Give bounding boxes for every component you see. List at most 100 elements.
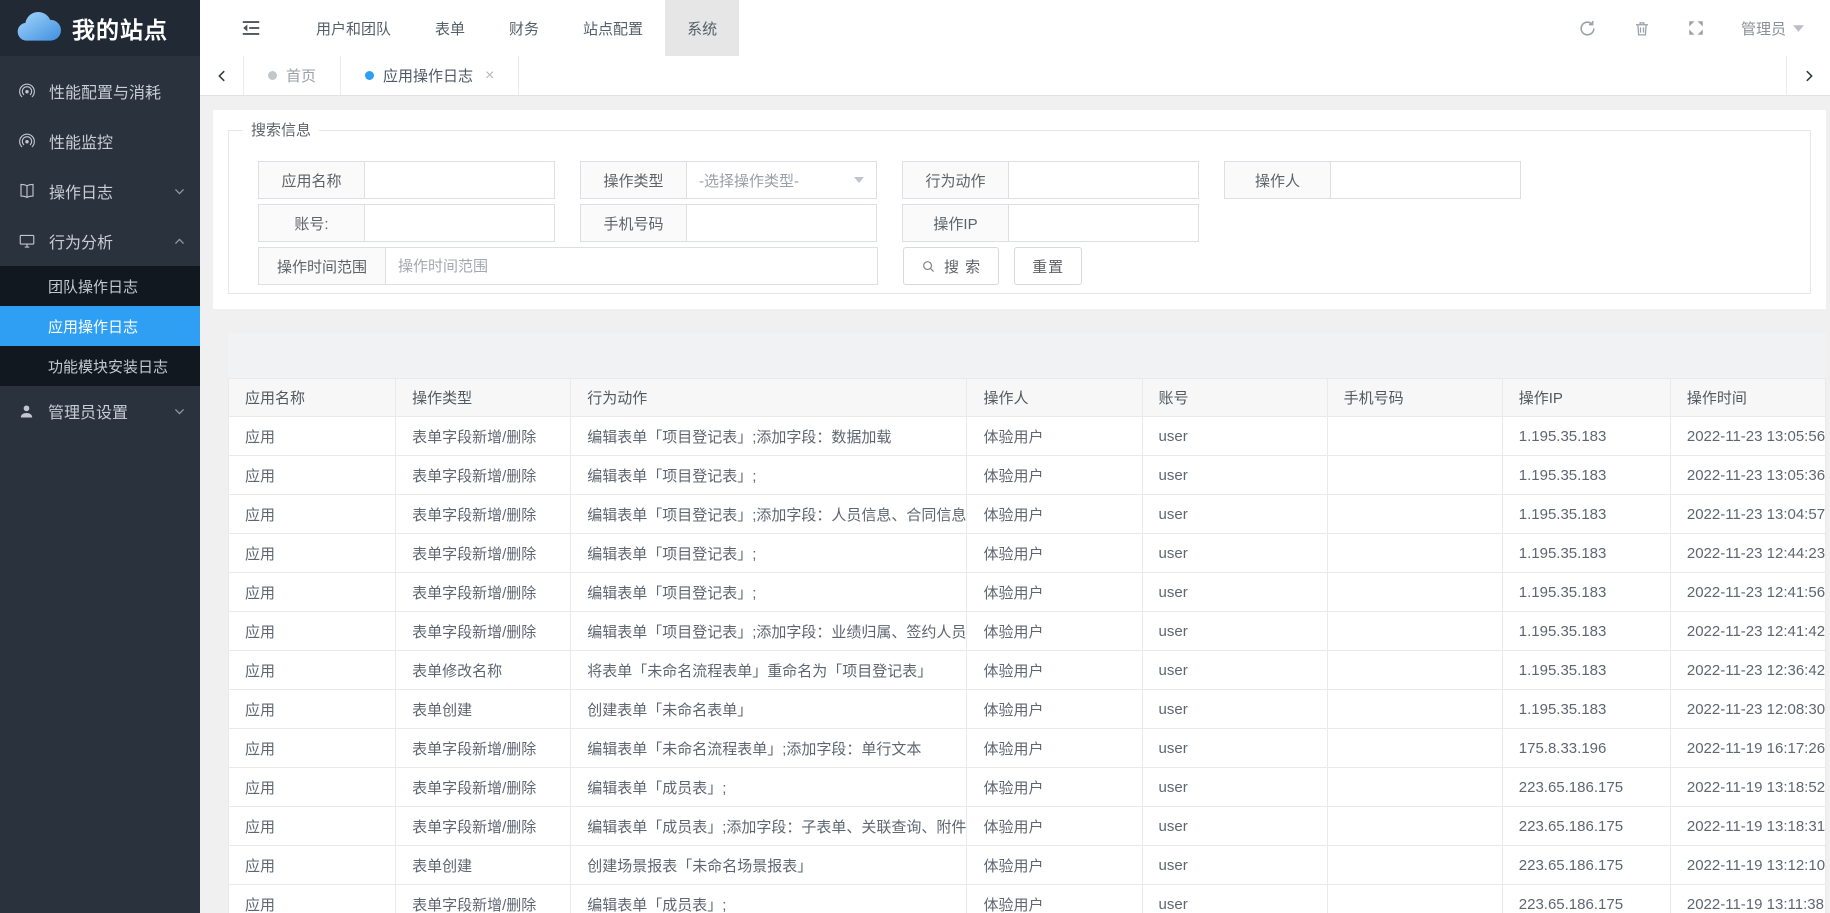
table-cell: 编辑表单「成员表」;添加字段：子表单、关联查询、附件 [571, 807, 967, 846]
table-cell: 体验用户 [967, 495, 1142, 534]
reset-button[interactable]: 重置 [1014, 247, 1082, 285]
tabs-scroll-left-icon[interactable] [200, 56, 244, 95]
table-cell: 1.195.35.183 [1502, 690, 1670, 729]
table-row: 应用表单字段新增/删除编辑表单「成员表」;体验用户user223.65.186.… [229, 885, 1826, 913]
table-cell [1327, 495, 1502, 534]
field-label-operation-type: 操作类型 [580, 161, 687, 199]
fullscreen-icon[interactable] [1687, 19, 1705, 37]
table-cell: 2022-11-23 12:08:30 [1670, 690, 1825, 729]
topnav-item-finance[interactable]: 财务 [487, 0, 561, 56]
table-cell: 体验用户 [967, 417, 1142, 456]
user-menu-label: 管理员 [1741, 18, 1786, 39]
table-cell: 2022-11-19 13:12:10 [1670, 846, 1825, 885]
topnav-item-site-config[interactable]: 站点配置 [561, 0, 665, 56]
sidebar-subitem-team-operation-log[interactable]: 团队操作日志 [0, 266, 200, 306]
table-row: 应用表单字段新增/删除编辑表单「项目登记表」;体验用户user1.195.35.… [229, 573, 1826, 612]
table-cell: 2022-11-23 12:41:42 [1670, 612, 1825, 651]
tabs-scroll-right-icon[interactable] [1786, 56, 1830, 95]
table-cell: 223.65.186.175 [1502, 807, 1670, 846]
table-cell: 体验用户 [967, 807, 1142, 846]
table-cell: 1.195.35.183 [1502, 456, 1670, 495]
podcast-icon [18, 82, 36, 100]
table-cell: 应用 [229, 729, 396, 768]
table-cell: 1.195.35.183 [1502, 417, 1670, 456]
table-cell: 223.65.186.175 [1502, 768, 1670, 807]
table-cell: 应用 [229, 846, 396, 885]
table-cell: user [1142, 885, 1327, 913]
table-cell: user [1142, 495, 1327, 534]
column-header-3: 操作人 [967, 379, 1142, 417]
column-header-1: 操作类型 [396, 379, 571, 417]
search-button[interactable]: 搜 索 [903, 247, 999, 285]
table-row: 应用表单字段新增/删除编辑表单「未命名流程表单」;添加字段：单行文本体验用户us… [229, 729, 1826, 768]
table-cell [1327, 690, 1502, 729]
sidebar-item-behavior-analysis[interactable]: 行为分析 [0, 216, 200, 266]
time-range-input[interactable] [386, 247, 878, 285]
table-cell [1327, 612, 1502, 651]
search-icon [921, 259, 936, 274]
table-row: 应用表单修改名称将表单「未命名流程表单」重命名为「项目登记表」体验用户user1… [229, 651, 1826, 690]
table-cell: 2022-11-19 13:11:38 [1670, 885, 1825, 913]
table-cell: 表单字段新增/删除 [396, 885, 571, 913]
tab-status-dot [365, 71, 374, 80]
app-name-input[interactable] [365, 161, 555, 199]
tab-label: 首页 [286, 65, 316, 86]
field-label-behavior-action: 行为动作 [902, 161, 1009, 199]
tab-home[interactable]: 首页 [244, 56, 341, 95]
sidebar-item-admin-settings[interactable]: 管理员设置 [0, 386, 200, 436]
search-row-3: 操作时间范围 [258, 247, 878, 285]
sidebar-item-perf-config[interactable]: 性能配置与消耗 [0, 66, 200, 116]
topnav-item-forms[interactable]: 表单 [413, 0, 487, 56]
table-cell: 体验用户 [967, 612, 1142, 651]
log-table-panel: 应用名称操作类型行为动作操作人账号手机号码操作IP操作时间 应用表单字段新增/删… [228, 333, 1826, 913]
field-label-phone: 手机号码 [580, 204, 687, 242]
table-cell: 1.195.35.183 [1502, 495, 1670, 534]
sidebar-subitem-module-install-log[interactable]: 功能模块安装日志 [0, 346, 200, 386]
tab-close-icon[interactable]: × [485, 68, 494, 84]
table-cell: 体验用户 [967, 768, 1142, 807]
table-cell: 223.65.186.175 [1502, 885, 1670, 913]
monitor-icon [18, 232, 36, 250]
table-cell [1327, 456, 1502, 495]
table-cell: 体验用户 [967, 534, 1142, 573]
sidebar-item-perf-monitor[interactable]: 性能监控 [0, 116, 200, 166]
table-cell: user [1142, 846, 1327, 885]
table-cell: 表单字段新增/删除 [396, 729, 571, 768]
sidebar-menu: 性能配置与消耗性能监控操作日志行为分析团队操作日志应用操作日志功能模块安装日志管… [0, 56, 200, 436]
table-cell: 表单字段新增/删除 [396, 417, 571, 456]
operation-ip-input[interactable] [1009, 204, 1199, 242]
topnav-item-system[interactable]: 系统 [665, 0, 739, 56]
collapse-menu-icon[interactable] [200, 17, 262, 39]
table-cell: 2022-11-23 13:05:56 [1670, 417, 1825, 456]
table-cell: user [1142, 456, 1327, 495]
table-cell: 应用 [229, 417, 396, 456]
table-cell [1327, 768, 1502, 807]
search-row-1: 应用名称操作类型-选择操作类型-行为动作操作人 [258, 161, 1521, 199]
operation-type-select[interactable]: -选择操作类型- [687, 161, 877, 199]
topnav-item-users-teams[interactable]: 用户和团队 [294, 0, 413, 56]
table-cell: 表单字段新增/删除 [396, 807, 571, 846]
topnav-menu: 用户和团队表单财务站点配置系统 [294, 0, 739, 56]
search-actions: 搜 索 重置 [903, 247, 1082, 285]
field-account: 账号: [258, 204, 555, 242]
column-header-2: 行为动作 [571, 379, 967, 417]
search-legend: 搜索信息 [243, 121, 319, 141]
user-menu[interactable]: 管理员 [1741, 18, 1804, 39]
table-cell: 编辑表单「成员表」; [571, 885, 967, 913]
behavior-action-input[interactable] [1009, 161, 1199, 199]
table-row: 应用表单字段新增/删除编辑表单「项目登记表」;添加字段：人员信息、合同信息体验用… [229, 495, 1826, 534]
account-input[interactable] [365, 204, 555, 242]
operator-input[interactable] [1331, 161, 1521, 199]
table-cell: 编辑表单「项目登记表」;添加字段：数据加载 [571, 417, 967, 456]
sidebar-subitem-app-operation-log[interactable]: 应用操作日志 [0, 306, 200, 346]
table-cell: 体验用户 [967, 651, 1142, 690]
table-cell: 应用 [229, 573, 396, 612]
field-label-account: 账号: [258, 204, 365, 242]
trash-icon[interactable] [1633, 19, 1651, 38]
sidebar-item-operation-logs[interactable]: 操作日志 [0, 166, 200, 216]
tab-app-operation-log[interactable]: 应用操作日志× [341, 56, 519, 95]
chevron-up-icon [173, 235, 186, 248]
phone-input[interactable] [687, 204, 877, 242]
field-app-name: 应用名称 [258, 161, 555, 199]
refresh-icon[interactable] [1578, 19, 1597, 38]
